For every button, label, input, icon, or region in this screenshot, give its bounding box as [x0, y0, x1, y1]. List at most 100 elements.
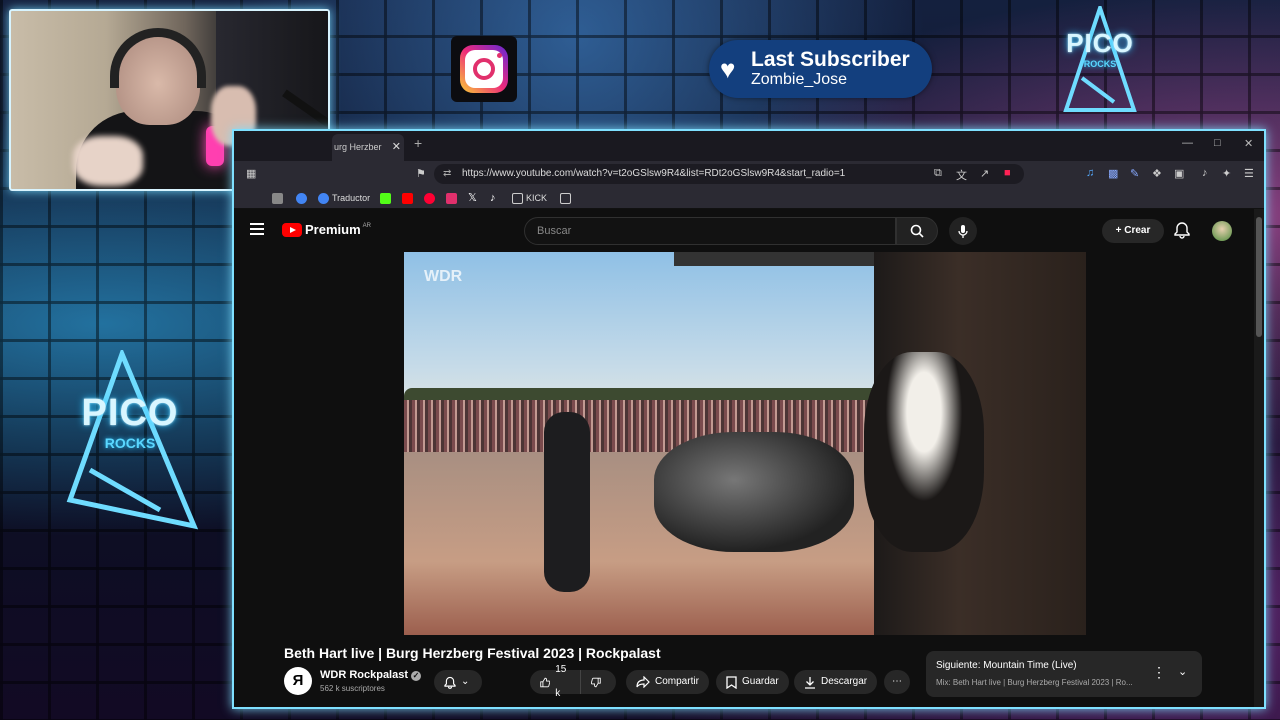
music-icon[interactable]: ♪: [1202, 167, 1208, 179]
translate-extension-icon[interactable]: ▩: [1108, 167, 1118, 180]
avatar[interactable]: [1212, 221, 1232, 241]
close-tab-icon[interactable]: ✕: [392, 134, 401, 161]
region-code: AR: [362, 222, 371, 229]
open-in-icon[interactable]: ⧉: [934, 167, 942, 180]
last-subscriber-title: Last Subscriber: [751, 48, 910, 71]
last-subscriber-badge: ♥ Last Subscriber Zombie_Jose: [709, 40, 932, 98]
thumbs-up-icon: [540, 677, 551, 687]
like-button[interactable]: 15 k: [530, 664, 580, 699]
url-text: https://www.youtube.com/watch?v=t2oGSlsw…: [462, 168, 846, 179]
youtube-header: Premium AR Buscar + Crear: [234, 209, 1254, 253]
logo-word: PICO: [81, 392, 179, 434]
channel-name: WDR Rockpalast: [320, 669, 409, 681]
logo-text: Premium: [305, 222, 361, 237]
heart-icon: ♥: [720, 54, 736, 84]
tab-title: urg Herzber: [334, 142, 382, 152]
channel-name-link[interactable]: WDR Rockpalast ✓: [320, 669, 422, 681]
tab-bar: urg Herzber ✕ + — □ ✕: [234, 131, 1264, 161]
bell-icon: [444, 676, 456, 689]
close-window-icon[interactable]: ✕: [1244, 137, 1253, 150]
bookmark-translator[interactable]: Traductor: [318, 190, 370, 206]
next-video-label: Siguiente: Mountain Time (Live): [936, 660, 1077, 671]
subscriber-count: 562 k suscriptores: [320, 684, 385, 693]
kick-icon[interactable]: [380, 190, 394, 206]
kebab-menu-icon[interactable]: ⋮: [1152, 664, 1166, 681]
dislike-button[interactable]: [580, 670, 616, 694]
bookmarks-bar: Traductor 𝕏 ♪ KICK: [234, 187, 1264, 209]
download-icon: [805, 676, 815, 689]
pen-icon[interactable]: ✎: [1130, 167, 1139, 180]
search-button[interactable]: [896, 217, 938, 245]
x-icon[interactable]: 𝕏: [468, 190, 477, 206]
folder-icon[interactable]: [560, 190, 574, 206]
site-info-icon[interactable]: ⇄: [443, 164, 451, 184]
tiktok-icon[interactable]: ♪: [490, 190, 496, 206]
youtube-page: Premium AR Buscar + Crear WDR Beth Hart …: [234, 209, 1264, 707]
google-icon[interactable]: [296, 190, 310, 206]
bookmark-label: Traductor: [332, 193, 371, 203]
more-actions-button[interactable]: ⋯: [884, 670, 910, 694]
share-arrow-icon: [636, 676, 650, 688]
folder-icon: [512, 192, 523, 204]
translate-icon: [318, 192, 329, 204]
bookmark-folder-icon[interactable]: [272, 190, 286, 206]
sparkle-icon[interactable]: ✦: [1222, 167, 1231, 180]
youtube-play-icon: [282, 222, 302, 237]
up-next-panel[interactable]: Siguiente: Mountain Time (Live) Mix: Bet…: [926, 651, 1202, 697]
hamburger-menu-icon[interactable]: [250, 223, 264, 235]
download-button[interactable]: Descargar: [794, 670, 878, 694]
youtube-icon[interactable]: [402, 190, 416, 206]
search-input[interactable]: Buscar: [524, 217, 896, 245]
translate-icon[interactable]: 文: [956, 167, 967, 183]
address-toolbar: ▦ ⚑ ⇄ https://www.youtube.com/watch?v=t2…: [234, 161, 1264, 187]
pico-rocks-logo-top: PICO ROCKS: [1062, 6, 1138, 118]
last-subscriber-name: Zombie_Jose: [751, 71, 848, 88]
bookmark-kick-folder[interactable]: KICK: [512, 190, 547, 206]
video-player[interactable]: WDR: [404, 252, 1086, 635]
bookmark-icon: [726, 675, 737, 689]
thumbs-down-icon: [591, 677, 601, 687]
chevron-down-icon: ⌄: [461, 676, 470, 687]
notifications-bell-icon[interactable]: [1174, 221, 1190, 244]
browser-tab[interactable]: urg Herzber ✕: [332, 134, 404, 161]
chevron-down-icon[interactable]: ⌄: [1178, 665, 1187, 678]
youtube-music-icon[interactable]: [424, 190, 438, 206]
create-label: Crear: [1124, 225, 1151, 236]
maximize-icon[interactable]: □: [1214, 137, 1221, 149]
search-icon: [910, 224, 924, 238]
more-dots-icon: ⋯: [892, 676, 902, 687]
bookmark-label: KICK: [526, 193, 548, 203]
share-button[interactable]: Compartir: [626, 670, 709, 694]
mix-label: Mix: Beth Hart live | Burg Herzberg Fest…: [936, 678, 1133, 687]
plus-icon: +: [1115, 225, 1125, 236]
minimize-icon[interactable]: —: [1182, 137, 1193, 149]
channel-avatar[interactable]: Я: [284, 667, 312, 695]
new-tab-icon[interactable]: +: [414, 135, 422, 151]
bookmark-icon[interactable]: ⚑: [416, 167, 426, 180]
menu-icon[interactable]: ☰: [1244, 167, 1254, 180]
screenshot-icon[interactable]: ▣: [1174, 167, 1184, 180]
shield-icon[interactable]: ■: [1004, 167, 1011, 179]
logo-word: PICO: [1066, 28, 1134, 58]
save-button[interactable]: Guardar: [716, 670, 789, 694]
video-title: Beth Hart live | Burg Herzberg Festival …: [284, 645, 661, 661]
create-button[interactable]: + Crear: [1102, 219, 1164, 243]
apps-grid-icon[interactable]: ▦: [246, 167, 256, 180]
scrollbar-thumb[interactable]: [1256, 217, 1262, 337]
extensions-icon[interactable]: ❖: [1152, 167, 1162, 180]
share-label: Compartir: [655, 676, 699, 687]
video-watermark: WDR: [424, 268, 463, 285]
youtube-logo[interactable]: Premium AR: [282, 222, 371, 237]
download-label: Descargar: [821, 676, 868, 687]
audio-icon[interactable]: ♫: [1086, 167, 1094, 179]
like-count: 15 k: [555, 664, 567, 699]
scrollbar[interactable]: [1254, 209, 1264, 707]
microphone-icon: [958, 225, 968, 238]
logo-sub: ROCKS: [1083, 59, 1117, 69]
save-label: Guardar: [742, 676, 779, 687]
share-icon[interactable]: ↗: [980, 167, 989, 180]
subscribe-notifications-button[interactable]: ⌄: [434, 670, 482, 694]
voice-search-button[interactable]: [949, 217, 977, 245]
browser-window: urg Herzber ✕ + — □ ✕ ▦ ⚑ ⇄ https://www.…: [232, 129, 1266, 709]
instagram-icon[interactable]: [446, 190, 460, 206]
